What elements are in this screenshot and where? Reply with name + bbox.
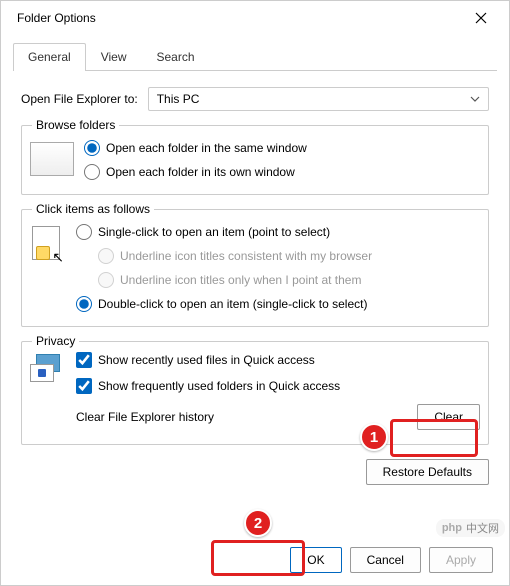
open-explorer-value: This PC xyxy=(157,92,200,106)
radio-single-click[interactable]: Single-click to open an item (point to s… xyxy=(76,224,372,240)
tab-search[interactable]: Search xyxy=(142,43,210,70)
watermark: php 中文网 xyxy=(436,519,505,537)
privacy-icon xyxy=(30,354,66,390)
dialog-button-row: OK Cancel Apply xyxy=(1,547,509,573)
browse-folders-legend: Browse folders xyxy=(32,118,119,132)
tab-general[interactable]: General xyxy=(13,43,86,71)
tab-bar: General View Search xyxy=(13,43,497,71)
open-explorer-label: Open File Explorer to: xyxy=(21,92,138,106)
titlebar: Folder Options xyxy=(1,1,509,35)
restore-defaults-button[interactable]: Restore Defaults xyxy=(366,459,489,485)
click-items-group: Click items as follows ↖ Single-click to… xyxy=(21,209,489,327)
cancel-button[interactable]: Cancel xyxy=(350,547,421,573)
radio-double-click[interactable]: Double-click to open an item (single-cli… xyxy=(76,296,372,312)
radio-same-window[interactable]: Open each folder in the same window xyxy=(84,140,307,156)
clear-history-label: Clear File Explorer history xyxy=(76,410,214,424)
open-explorer-select[interactable]: This PC xyxy=(148,87,489,111)
close-button[interactable] xyxy=(461,3,501,33)
radio-underline-browser: Underline icon titles consistent with my… xyxy=(98,248,372,264)
close-icon xyxy=(475,12,487,24)
apply-button: Apply xyxy=(429,547,493,573)
privacy-legend: Privacy xyxy=(32,334,79,348)
privacy-group: Privacy Show recently used files in Quic… xyxy=(21,341,489,445)
clear-button[interactable]: Clear xyxy=(417,404,480,430)
folder-options-window: Folder Options General View Search Open … xyxy=(0,0,510,586)
browse-folders-group: Browse folders Open each folder in the s… xyxy=(21,125,489,195)
click-items-legend: Click items as follows xyxy=(32,202,154,216)
check-frequent-folders[interactable]: Show frequently used folders in Quick ac… xyxy=(76,378,480,394)
window-title: Folder Options xyxy=(17,11,96,25)
radio-own-window[interactable]: Open each folder in its own window xyxy=(84,164,307,180)
radio-underline-point: Underline icon titles only when I point … xyxy=(98,272,372,288)
ok-button[interactable]: OK xyxy=(290,547,341,573)
folder-window-icon xyxy=(30,142,74,176)
annotation-badge-2: 2 xyxy=(244,509,272,537)
check-recent-files[interactable]: Show recently used files in Quick access xyxy=(76,352,480,368)
tab-view[interactable]: View xyxy=(86,43,142,70)
tab-content: Open File Explorer to: This PC Browse fo… xyxy=(13,71,497,493)
click-item-icon: ↖ xyxy=(30,226,66,266)
chevron-down-icon xyxy=(470,96,480,102)
